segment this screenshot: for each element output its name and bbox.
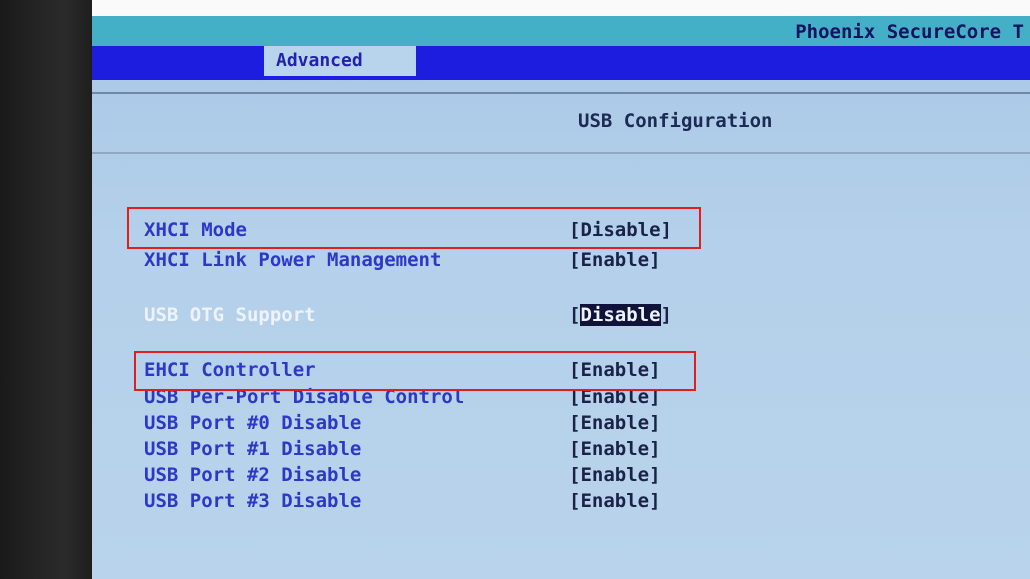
setting-value[interactable]: [Enable] <box>569 490 661 512</box>
setting-label: XHCI Link Power Management <box>144 249 442 271</box>
monitor-bezel-top <box>0 0 1030 16</box>
bios-tab-bar: Advanced <box>92 46 1030 80</box>
setting-label: XHCI Mode <box>144 219 247 241</box>
setting-label: USB Port #2 Disable <box>144 464 362 486</box>
setting-usb-per-port-disable-control[interactable]: USB Per-Port Disable Control [Enable] <box>144 386 784 412</box>
photo-frame: Phoenix SecureCore T Advanced USB Config… <box>0 0 1030 579</box>
setting-label: USB Port #3 Disable <box>144 490 362 512</box>
setting-ehci-controller[interactable]: EHCI Controller [Enable] <box>144 359 784 385</box>
setting-usb-port-2-disable[interactable]: USB Port #2 Disable [Enable] <box>144 464 784 490</box>
setting-value[interactable]: [Enable] <box>569 249 661 271</box>
value-bracket-close: ] <box>660 304 672 326</box>
bios-title-bar: Phoenix SecureCore T <box>92 16 1030 46</box>
setting-label: EHCI Controller <box>144 359 316 381</box>
setting-label: USB OTG Support <box>144 304 316 326</box>
tab-advanced[interactable]: Advanced <box>264 46 416 76</box>
setting-usb-port-3-disable[interactable]: USB Port #3 Disable [Enable] <box>144 490 784 516</box>
setting-label: USB Port #1 Disable <box>144 438 362 460</box>
setting-value[interactable]: [Enable] <box>569 359 661 381</box>
setting-value[interactable]: [Enable] <box>569 438 661 460</box>
value-bracket-open: [ <box>569 304 581 326</box>
setting-value[interactable]: [Enable] <box>569 386 661 408</box>
divider <box>92 152 1030 154</box>
setting-label: USB Per-Port Disable Control <box>144 386 465 408</box>
setting-value[interactable]: [Disable] <box>569 304 672 326</box>
setting-value[interactable]: [Disable] <box>569 219 672 241</box>
setting-usb-port-0-disable[interactable]: USB Port #0 Disable [Enable] <box>144 412 784 438</box>
setting-xhci-link-power-management[interactable]: XHCI Link Power Management [Enable] <box>144 249 784 275</box>
setting-value[interactable]: [Enable] <box>569 464 661 486</box>
setting-usb-otg-support[interactable]: USB OTG Support [Disable] <box>144 304 784 330</box>
section-title: USB Configuration <box>578 110 773 132</box>
setting-usb-port-1-disable[interactable]: USB Port #1 Disable [Enable] <box>144 438 784 464</box>
selected-value-highlight: Disable <box>580 304 661 326</box>
divider <box>92 92 1030 94</box>
monitor-bezel-left <box>0 0 92 579</box>
bios-title: Phoenix SecureCore T <box>795 21 1024 43</box>
setting-xhci-mode[interactable]: XHCI Mode [Disable] <box>144 219 784 245</box>
setting-label: USB Port #0 Disable <box>144 412 362 434</box>
setting-value[interactable]: [Enable] <box>569 412 661 434</box>
bios-screen: Phoenix SecureCore T Advanced USB Config… <box>92 16 1030 579</box>
